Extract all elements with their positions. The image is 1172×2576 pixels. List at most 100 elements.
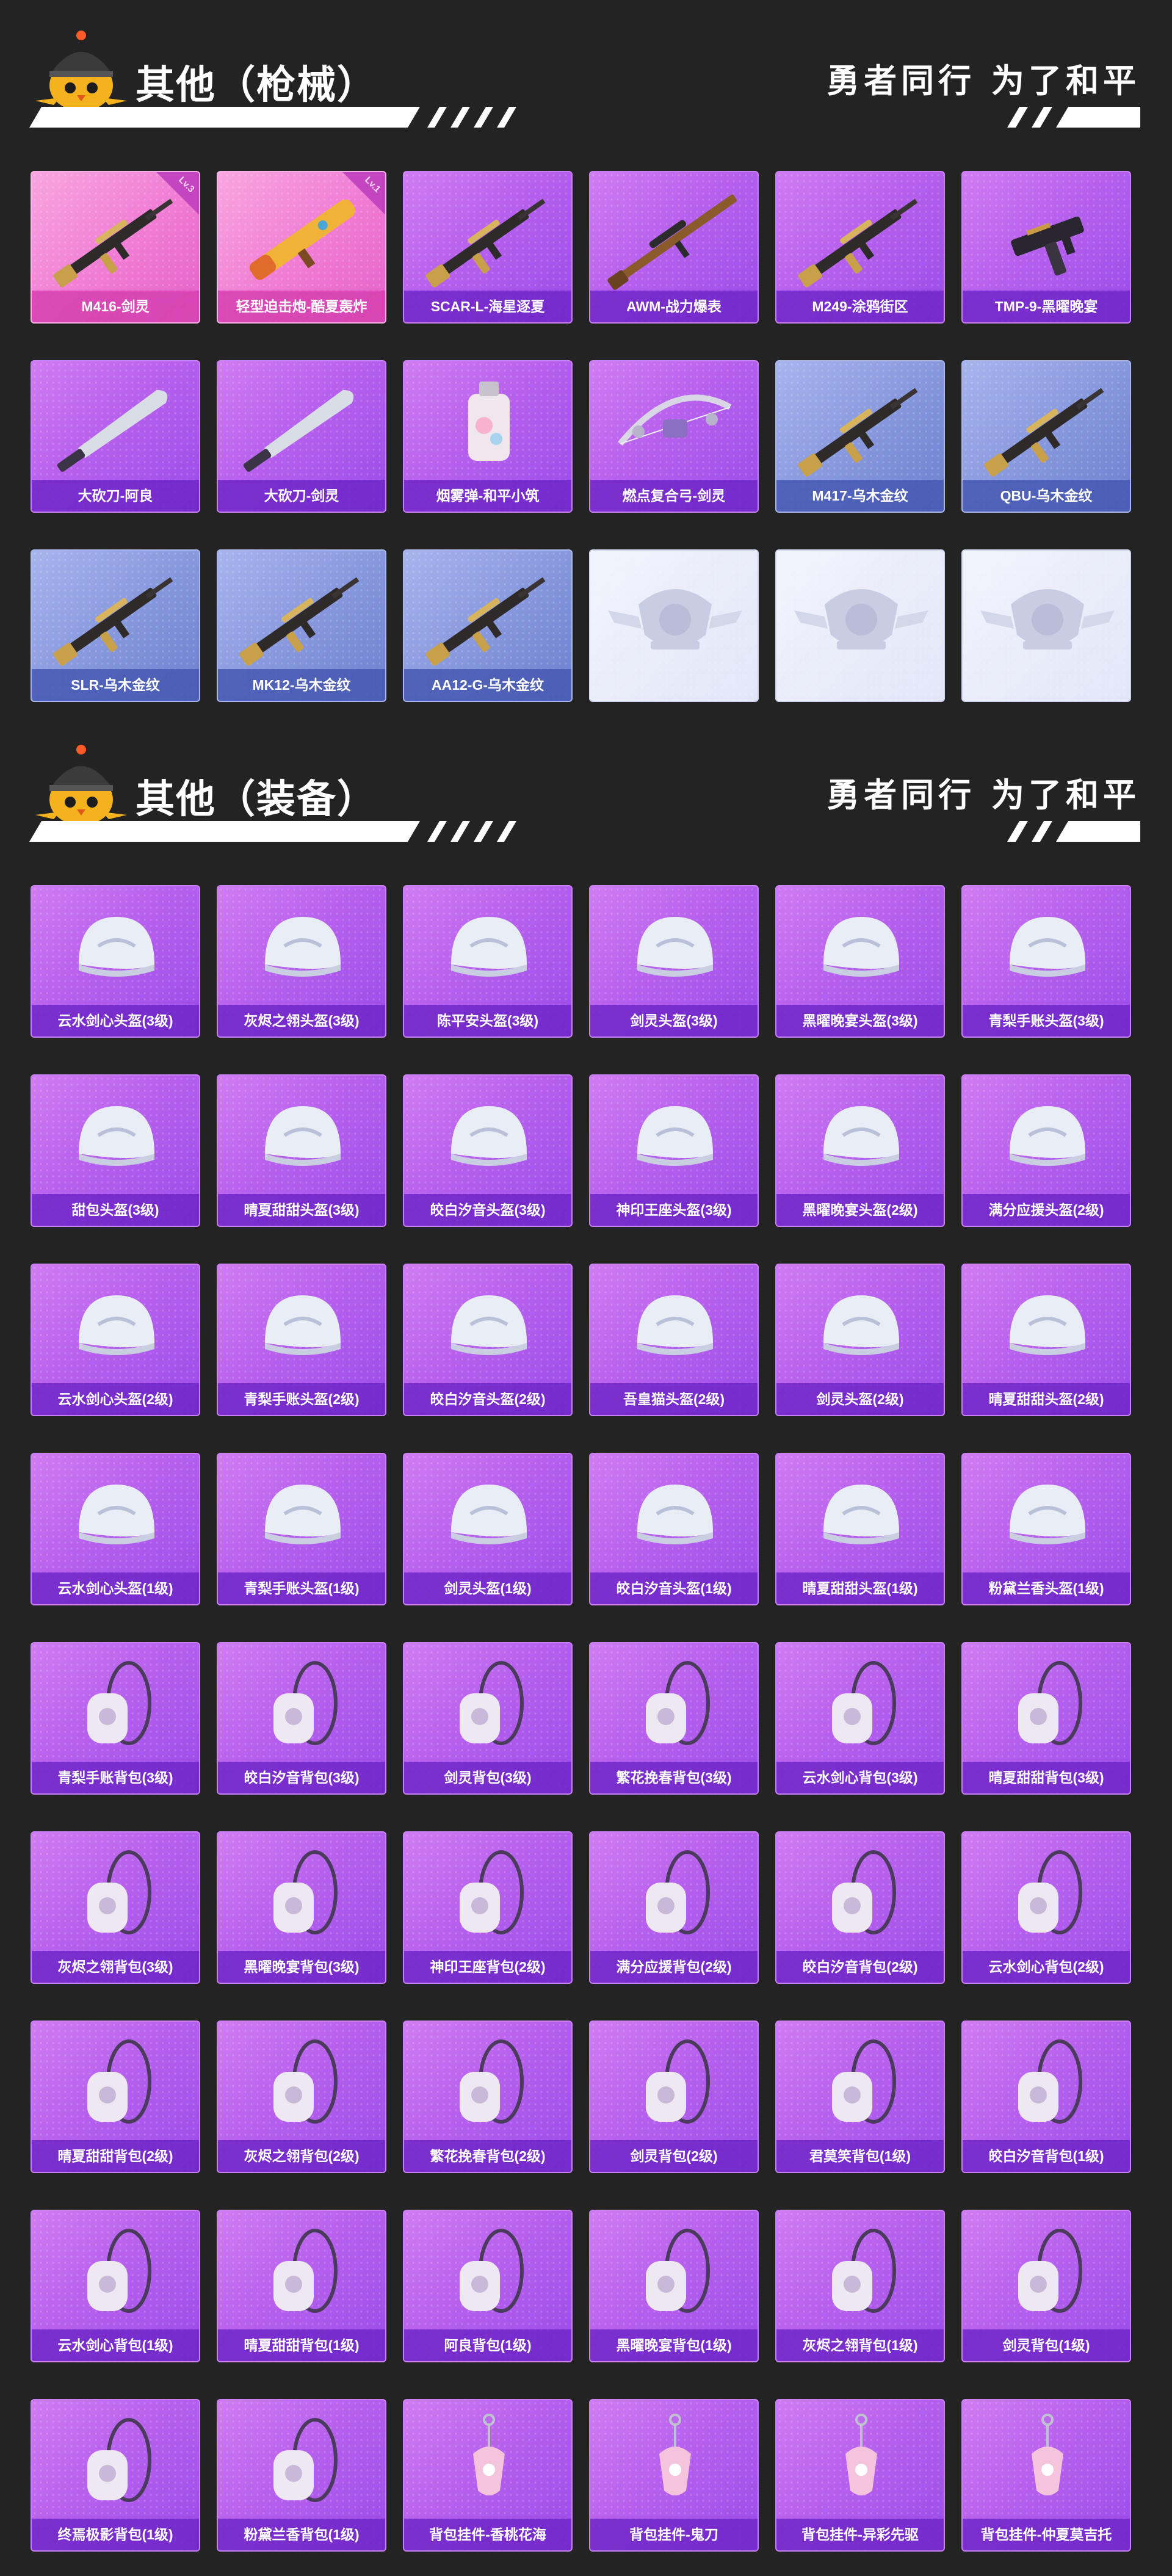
item-label: TMP-9-黑曜晚宴	[963, 291, 1130, 322]
item-card[interactable]: 晴夏甜甜背包(2级)	[31, 2021, 200, 2173]
item-card[interactable]: 云水剑心背包(1级)	[31, 2210, 200, 2362]
item-card[interactable]: 背包挂件-仲夏莫吉托	[961, 2399, 1131, 2552]
item-card[interactable]: MK12-乌木金纹	[217, 549, 386, 702]
item-card[interactable]: 阿良背包(1级)	[403, 2210, 573, 2362]
item-card[interactable]: 灰烬之翎背包(3级)	[31, 1831, 200, 1984]
item-label: 皎白汐音头盔(3级)	[404, 1194, 571, 1226]
rifle-icon	[798, 198, 918, 288]
slogan: 勇者同行 为了和平	[827, 62, 1140, 100]
item-card[interactable]: 晴夏甜甜背包(3级)	[961, 1642, 1131, 1795]
item-card[interactable]: 皎白汐音头盔(3级)	[403, 1074, 573, 1227]
item-label: 云水剑心头盔(3级)	[32, 1005, 199, 1037]
item-card[interactable]: 剑灵头盔(2级)	[775, 1264, 945, 1416]
item-card[interactable]: 神印王座头盔(3级)	[589, 1074, 759, 1227]
item-label: 剑灵头盔(2级)	[776, 1383, 944, 1415]
item-card[interactable]: AWM-战力爆表	[589, 171, 759, 324]
item-card[interactable]: 大砍刀-剑灵	[217, 360, 386, 513]
item-label: 黑曜晚宴头盔(3级)	[776, 1005, 944, 1037]
item-card[interactable]: QBU-乌木金纹	[961, 360, 1131, 513]
item-card[interactable]: 甜包头盔(3级)	[31, 1074, 200, 1227]
item-card[interactable]: 皎白汐音头盔(2级)	[403, 1264, 573, 1416]
backpack-icon	[87, 2039, 151, 2124]
item-card[interactable]: 背包挂件-异彩先驱	[775, 2399, 945, 2552]
smg-icon	[1011, 216, 1084, 276]
item-card[interactable]: 繁花挽春背包(3级)	[589, 1642, 759, 1795]
item-card[interactable]: Lv.1 轻型迫击炮-酷夏轰炸	[217, 171, 386, 324]
item-card[interactable]: 燃点复合弓-剑灵	[589, 360, 759, 513]
item-card[interactable]: 灰烬之翎背包(1级)	[775, 2210, 945, 2362]
item-card[interactable]: 剑灵背包(3级)	[403, 1642, 573, 1795]
helmet-icon	[637, 1485, 713, 1544]
item-card[interactable]: SLR-乌木金纹	[31, 549, 200, 702]
item-card[interactable]: Lv.3 M416-剑灵	[31, 171, 200, 324]
backpack-icon	[832, 1661, 896, 1745]
item-card[interactable]: 背包挂件-鬼刀	[589, 2399, 759, 2552]
item-card[interactable]: 终焉极影背包(1级)	[31, 2399, 200, 2552]
item-card[interactable]: 黑曜晚宴头盔(3级)	[775, 885, 945, 1038]
rifle-icon	[53, 577, 173, 666]
item-card[interactable]: 皎白汐音背包(2级)	[775, 1831, 945, 1984]
backpack-icon	[460, 2039, 524, 2124]
helmet-icon	[1010, 1106, 1085, 1166]
sniper-rifle-icon	[607, 194, 737, 290]
item-card[interactable]: 云水剑心头盔(1级)	[31, 1453, 200, 1605]
machete-icon	[57, 389, 168, 472]
item-card[interactable]: 黑曜晚宴背包(3级)	[217, 1831, 386, 1984]
item-card[interactable]: 大砍刀-阿良	[31, 360, 200, 513]
item-label: 背包挂件-鬼刀	[590, 2519, 758, 2550]
item-card[interactable]: TMP-9-黑曜晚宴	[961, 171, 1131, 324]
item-card[interactable]: AA12-G-乌木金纹	[403, 549, 573, 702]
item-card[interactable]: 陈平安头盔(3级)	[403, 885, 573, 1038]
item-card[interactable]: 君莫笑背包(1级)	[775, 2021, 945, 2173]
helmet-icon	[1010, 1485, 1085, 1544]
item-card[interactable]: 云水剑心背包(2级)	[961, 1831, 1131, 1984]
item-card[interactable]: 灰烬之翎头盔(3级)	[217, 885, 386, 1038]
backpack-icon	[1018, 2039, 1082, 2124]
item-card[interactable]: 晴夏甜甜头盔(3级)	[217, 1074, 386, 1227]
item-card[interactable]: 晴夏甜甜头盔(1级)	[775, 1453, 945, 1605]
item-card[interactable]: 青梨手账头盔(1级)	[217, 1453, 386, 1605]
item-card[interactable]: 皎白汐音背包(3级)	[217, 1642, 386, 1795]
item-card[interactable]: 吾皇猫头盔(2级)	[589, 1264, 759, 1416]
item-label: SLR-乌木金纹	[32, 669, 199, 701]
item-card[interactable]: 粉黛兰香背包(1级)	[217, 2399, 386, 2552]
item-label: 背包挂件-香桃花海	[404, 2519, 571, 2550]
item-card[interactable]: 黑曜晚宴头盔(2级)	[775, 1074, 945, 1227]
item-card[interactable]: 繁花挽春背包(2级)	[403, 2021, 573, 2173]
item-card[interactable]: 云水剑心头盔(2级)	[31, 1264, 200, 1416]
item-card[interactable]: 神印王座背包(2级)	[403, 1831, 573, 1984]
item-card[interactable]: 粉黛兰香头盔(1级)	[961, 1453, 1131, 1605]
placeholder-emblem-icon	[794, 589, 928, 649]
item-card[interactable]: 皎白汐音背包(1级)	[961, 2021, 1131, 2173]
item-card[interactable]: 灰烬之翎背包(2级)	[217, 2021, 386, 2173]
item-card[interactable]: 黑曜晚宴背包(1级)	[589, 2210, 759, 2362]
item-card[interactable]: 青梨手账头盔(2级)	[217, 1264, 386, 1416]
item-label: 陈平安头盔(3级)	[404, 1005, 571, 1037]
section-header: 其他（枪械） 勇者同行 为了和平	[0, 0, 1172, 128]
item-card[interactable]: M249-涂鸦街区	[775, 171, 945, 324]
item-card[interactable]: 晴夏甜甜头盔(2级)	[961, 1264, 1131, 1416]
level-badge-text: Lv.3	[176, 175, 197, 195]
item-card[interactable]: M417-乌木金纹	[775, 360, 945, 513]
item-label: 青梨手账头盔(2级)	[218, 1383, 385, 1415]
item-card[interactable]: 满分应援背包(2级)	[589, 1831, 759, 1984]
item-card[interactable]: 剑灵头盔(1级)	[403, 1453, 573, 1605]
item-card[interactable]: 青梨手账头盔(3级)	[961, 885, 1131, 1038]
item-card[interactable]: 满分应援头盔(2级)	[961, 1074, 1131, 1227]
rifle-icon	[425, 577, 546, 666]
item-card[interactable]: SCAR-L-海星逐夏	[403, 171, 573, 324]
item-card[interactable]: 烟雾弹-和平小筑	[403, 360, 573, 513]
item-card[interactable]: 云水剑心头盔(3级)	[31, 885, 200, 1038]
item-label: 皎白汐音背包(3级)	[218, 1762, 385, 1793]
item-card[interactable]: 剑灵头盔(3级)	[589, 885, 759, 1038]
item-card[interactable]: 剑灵背包(2级)	[589, 2021, 759, 2173]
item-label: 剑灵头盔(3级)	[590, 1005, 758, 1037]
item-card[interactable]: 剑灵背包(1级)	[961, 2210, 1131, 2362]
item-card[interactable]: 晴夏甜甜背包(1级)	[217, 2210, 386, 2362]
item-label: 剑灵头盔(1级)	[404, 1572, 571, 1604]
item-card[interactable]: 云水剑心背包(3级)	[775, 1642, 945, 1795]
item-card[interactable]: 皎白汐音头盔(1级)	[589, 1453, 759, 1605]
item-card[interactable]: 青梨手账背包(3级)	[31, 1642, 200, 1795]
backpack-icon	[646, 1661, 710, 1745]
item-card[interactable]: 背包挂件-香桃花海	[403, 2399, 573, 2552]
